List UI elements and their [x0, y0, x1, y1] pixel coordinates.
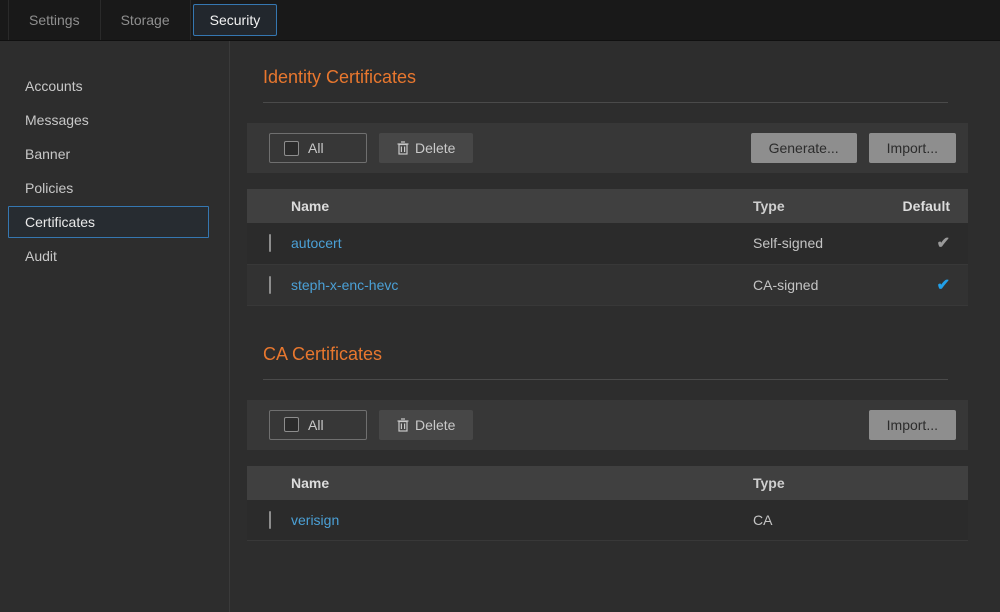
table-row: verisign CA — [247, 500, 968, 541]
sidebar: Accounts Messages Banner Policies Certif… — [0, 41, 230, 612]
certificate-type: CA-signed — [753, 264, 878, 305]
sidebar-item-messages[interactable]: Messages — [8, 104, 209, 136]
row-checkbox[interactable] — [269, 234, 271, 252]
generate-button[interactable]: Generate... — [751, 133, 857, 163]
select-all-box[interactable]: All — [269, 133, 367, 163]
table-row: autocert Self-signed ✔ — [247, 223, 968, 264]
select-all-checkbox[interactable] — [284, 417, 299, 432]
header-checkbox-column — [247, 189, 291, 223]
select-all-label: All — [308, 417, 324, 433]
default-check-icon[interactable]: ✔ — [937, 235, 950, 252]
table-row: steph-x-enc-hevc CA-signed ✔ — [247, 264, 968, 305]
certificate-link[interactable]: steph-x-enc-hevc — [291, 277, 398, 293]
top-tab-bar: Settings Storage Security — [0, 0, 1000, 41]
delete-button-label: Delete — [415, 417, 455, 433]
ca-certificates-title: CA Certificates — [263, 344, 968, 365]
select-all-box[interactable]: All — [269, 410, 367, 440]
tab-security[interactable]: Security — [193, 4, 278, 36]
certificate-type: CA — [753, 500, 878, 541]
header-name: Name — [291, 189, 753, 223]
header-default: Default — [878, 189, 968, 223]
header-type: Type — [753, 189, 878, 223]
default-check-icon[interactable]: ✔ — [937, 277, 950, 294]
trash-icon — [397, 418, 409, 432]
header-checkbox-column — [247, 466, 291, 500]
content-panel: Identity Certificates All Delete Generat… — [230, 41, 1000, 612]
tab-settings[interactable]: Settings — [8, 0, 101, 40]
certificate-link[interactable]: verisign — [291, 512, 339, 528]
sidebar-item-policies[interactable]: Policies — [8, 172, 209, 204]
identity-certificates-table: Name Type Default autocert Self-signed ✔ — [247, 189, 968, 306]
import-button[interactable]: Import... — [869, 410, 956, 440]
row-checkbox[interactable] — [269, 511, 271, 529]
delete-button-label: Delete — [415, 140, 455, 156]
delete-button[interactable]: Delete — [379, 133, 473, 163]
table-header-row: Name Type — [247, 466, 968, 500]
main-area: Accounts Messages Banner Policies Certif… — [0, 41, 1000, 612]
ca-toolbar: All Delete Import... — [247, 400, 968, 450]
section-divider — [263, 102, 948, 103]
tab-storage[interactable]: Storage — [101, 0, 191, 40]
table-header-row: Name Type Default — [247, 189, 968, 223]
certificate-link[interactable]: autocert — [291, 235, 342, 251]
ca-certificates-table: Name Type verisign CA — [247, 466, 968, 542]
header-spacer-column — [878, 466, 968, 500]
header-name: Name — [291, 466, 753, 500]
import-button[interactable]: Import... — [869, 133, 956, 163]
identity-toolbar: All Delete Generate... Import... — [247, 123, 968, 173]
section-divider — [263, 379, 948, 380]
certificate-type: Self-signed — [753, 223, 878, 264]
select-all-label: All — [308, 140, 324, 156]
sidebar-item-banner[interactable]: Banner — [8, 138, 209, 170]
trash-icon — [397, 141, 409, 155]
row-checkbox[interactable] — [269, 276, 271, 294]
identity-certificates-title: Identity Certificates — [263, 67, 968, 88]
delete-button[interactable]: Delete — [379, 410, 473, 440]
header-type: Type — [753, 466, 878, 500]
sidebar-item-audit[interactable]: Audit — [8, 240, 209, 272]
select-all-checkbox[interactable] — [284, 141, 299, 156]
sidebar-item-certificates[interactable]: Certificates — [8, 206, 209, 238]
sidebar-item-accounts[interactable]: Accounts — [8, 70, 209, 102]
